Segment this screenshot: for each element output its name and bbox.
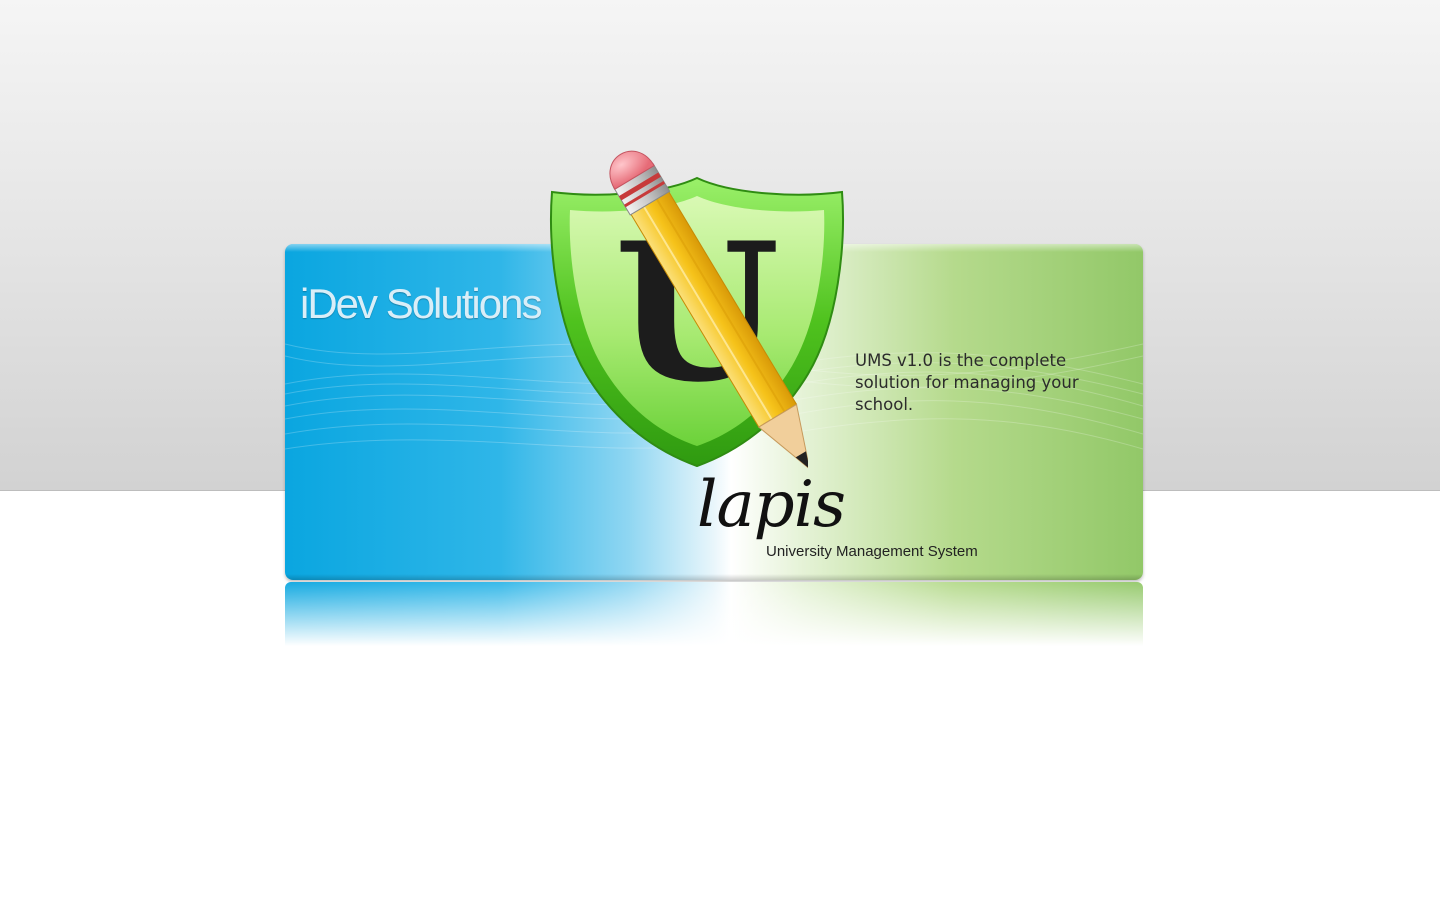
company-name: iDev Solutions xyxy=(300,280,542,327)
splash-bottom-edge xyxy=(285,574,1143,580)
product-tagline: University Management System xyxy=(766,543,978,560)
splash-reflection xyxy=(285,582,1143,646)
product-name: lapis xyxy=(697,468,846,542)
product-description: UMS v1.0 is the complete solution for ma… xyxy=(855,351,1079,414)
desktop-stage: iDev Solutions UMS v1.0 is the complete … xyxy=(0,0,1440,900)
pencil-icon xyxy=(609,150,808,471)
